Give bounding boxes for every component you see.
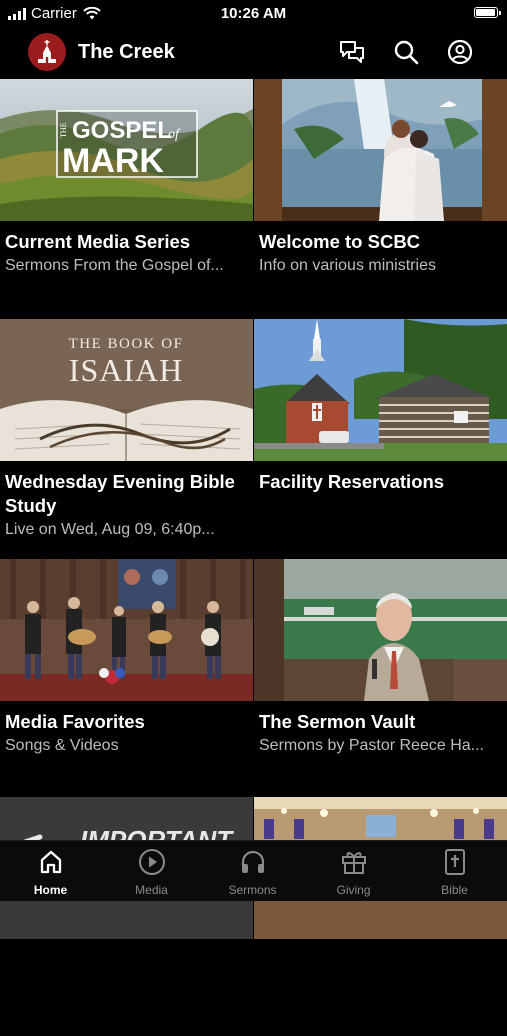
gift-icon: [303, 847, 404, 877]
tile-media-favorites[interactable]: Media Favorites Songs & Videos: [0, 559, 253, 798]
tab-label: Bible: [441, 883, 468, 897]
tile-welcome-to-scbc[interactable]: Welcome to SCBC Info on various ministri…: [254, 79, 507, 318]
tile-subtitle: Sermons From the Gospel of...: [5, 257, 224, 274]
tile-sanctuary[interactable]: [254, 797, 507, 1036]
tile-thumbnail: THE GOSPEL of MARK: [0, 79, 253, 221]
tile-facility-reservations[interactable]: Facility Reservations: [254, 319, 507, 558]
tab-home[interactable]: Home: [0, 847, 101, 897]
tile-title: The Sermon Vault: [259, 711, 416, 732]
tile-title: Facility Reservations: [259, 471, 445, 492]
tile-thumbnail: [254, 79, 507, 221]
tab-bar: Home Media Sermons Giving Bible: [0, 840, 507, 901]
tab-label: Media: [135, 883, 168, 897]
tile-wednesday-bible-study[interactable]: THE BOOK OF ISAIAH Wednesday Evening Bib…: [0, 319, 253, 558]
church-logo[interactable]: [28, 33, 66, 71]
tile-title: Current Media Series: [5, 231, 191, 252]
app-title: The Creek: [78, 41, 175, 63]
tile-title: Welcome to SCBC: [259, 231, 421, 252]
battery-icon: [474, 7, 501, 18]
status-bar: Carrier 10:26 AM: [0, 0, 507, 28]
tile-subtitle: Sermons by Pastor Reece Ha...: [259, 737, 484, 754]
tile-important[interactable]: IMPORTANT: [0, 797, 253, 1036]
tile-current-media-series[interactable]: THE GOSPEL of MARK Current Media Series …: [0, 79, 253, 318]
tab-bible[interactable]: Bible: [404, 847, 505, 897]
tab-label: Giving: [336, 883, 371, 897]
tile-title: Wednesday Evening Bible Study: [5, 471, 235, 516]
tile-thumbnail: [254, 319, 507, 461]
play-icon: [101, 847, 202, 877]
thumb-text-the-book-of: THE BOOK OF: [69, 336, 184, 352]
thumb-text-mark: MARK: [62, 142, 164, 180]
tab-label: Sermons: [228, 883, 277, 897]
battery-fill: [476, 9, 495, 16]
tab-label: Home: [33, 883, 68, 897]
app-header: The Creek: [0, 30, 507, 76]
thumb-text-the: THE: [59, 122, 68, 138]
thumb-text-gospel: GOSPEL: [72, 117, 172, 144]
tile-the-sermon-vault[interactable]: The Sermon Vault Sermons by Pastor Reece…: [254, 559, 507, 798]
headphones-icon: [202, 847, 303, 877]
tab-media[interactable]: Media: [101, 847, 202, 897]
status-time: 10:26 AM: [220, 5, 287, 22]
tile-subtitle: Songs & Videos: [5, 737, 119, 754]
home-icon: [0, 847, 101, 877]
tile-subtitle: Live on Wed, Aug 09, 6:40p...: [5, 521, 215, 538]
tile-thumbnail: THE BOOK OF ISAIAH: [0, 319, 253, 461]
search-icon[interactable]: [392, 38, 420, 66]
tab-sermons[interactable]: Sermons: [202, 847, 303, 897]
tile-thumbnail: [0, 559, 253, 701]
tile-thumbnail: [254, 559, 507, 701]
chat-icon[interactable]: [338, 38, 366, 66]
tile-title: Media Favorites: [5, 711, 145, 732]
tile-subtitle: Info on various ministries: [259, 257, 436, 274]
tab-giving[interactable]: Giving: [303, 847, 404, 897]
bible-icon: [404, 847, 505, 877]
thumb-text-isaiah: ISAIAH: [69, 352, 183, 388]
steeple-icon: [38, 40, 56, 63]
account-icon[interactable]: [446, 38, 474, 66]
